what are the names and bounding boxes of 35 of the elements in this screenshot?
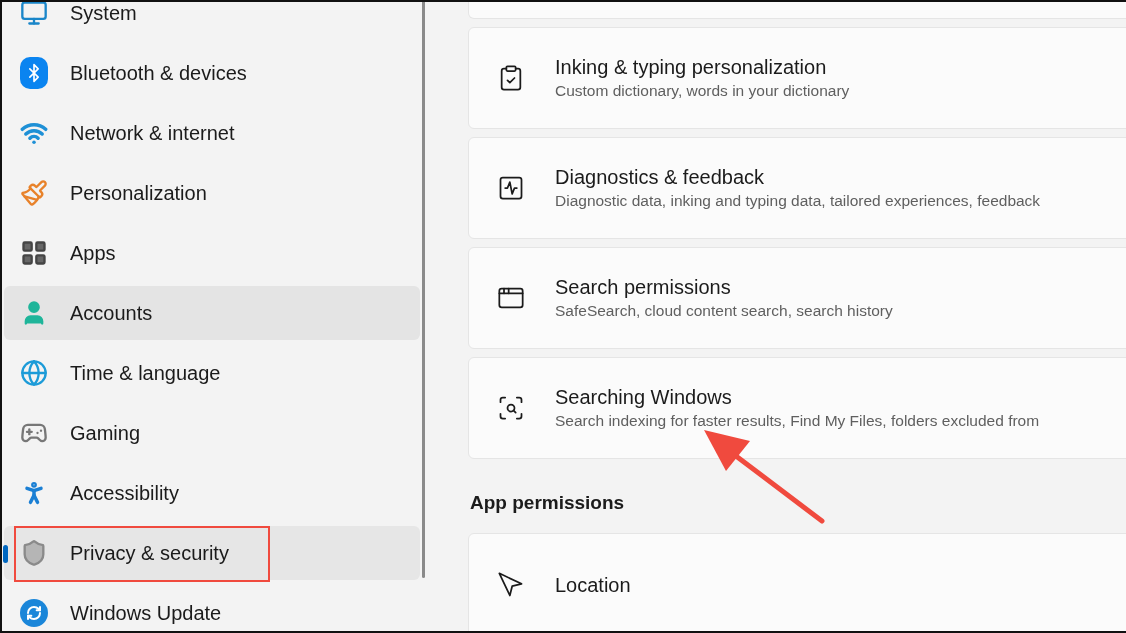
card-title: Inking & typing personalization bbox=[555, 55, 828, 80]
location-arrow-icon bbox=[497, 570, 525, 599]
sidebar-item[interactable]: System bbox=[4, 2, 420, 40]
settings-card[interactable]: Inking & typing personalization Custom dictionary, words in your dictionary bbox=[468, 27, 1126, 129]
sidebar-item[interactable]: Privacy & security bbox=[4, 526, 420, 580]
card-title: Search permissions bbox=[555, 275, 732, 300]
scrollbar-thumb[interactable] bbox=[422, 2, 425, 578]
sidebar-item[interactable]: Apps bbox=[4, 226, 420, 280]
card-title: Location bbox=[555, 572, 631, 598]
sidebar-item[interactable]: Gaming bbox=[4, 406, 420, 460]
settings-card[interactable]: Search permissions SafeSearch, cloud content search, search history bbox=[468, 247, 1126, 349]
sidebar-item[interactable]: Windows Update bbox=[4, 586, 420, 631]
card-subtitle: Diagnostic data, inking and typing data, tailored experiences, feedback bbox=[555, 191, 1041, 211]
paintbrush-icon bbox=[20, 179, 48, 207]
card-subtitle: Custom dictionary, words in your dictionary bbox=[555, 81, 850, 101]
sidebar-item[interactable]: Network & internet bbox=[4, 106, 420, 160]
settings-card[interactable]: Location bbox=[468, 532, 1126, 631]
card-subtitle: SafeSearch, cloud content search, search history bbox=[555, 301, 893, 321]
monitor-icon bbox=[20, 2, 48, 27]
bluetooth-icon bbox=[20, 57, 48, 89]
settings-card[interactable]: Searching Windows Search indexing for faster results, Find My Files, folders excluded from bbox=[468, 357, 1126, 459]
sidebar-item[interactable]: Accessibility bbox=[4, 466, 420, 520]
card-subtitle: Search indexing for faster results, Find My Files, folders excluded from bbox=[555, 411, 1040, 431]
section-heading: App permissions bbox=[469, 491, 626, 515]
apps-grid-icon bbox=[20, 239, 48, 267]
card-title: Searching Windows bbox=[555, 385, 733, 410]
selection-indicator bbox=[3, 545, 8, 563]
sidebar-item[interactable]: Time & language bbox=[4, 346, 420, 400]
sidebar-item[interactable]: Accounts bbox=[4, 286, 420, 340]
update-icon bbox=[20, 599, 48, 627]
card-title: Diagnostics & feedback bbox=[555, 165, 765, 190]
sidebar-item[interactable]: Bluetooth & devices bbox=[4, 46, 420, 100]
sidebar-item[interactable]: Personalization bbox=[4, 166, 420, 220]
pulse-icon bbox=[497, 174, 525, 202]
settings-card[interactable]: Diagnostics & feedback Diagnostic data, inking and typing data, tailored experiences, feedback bbox=[468, 137, 1126, 239]
